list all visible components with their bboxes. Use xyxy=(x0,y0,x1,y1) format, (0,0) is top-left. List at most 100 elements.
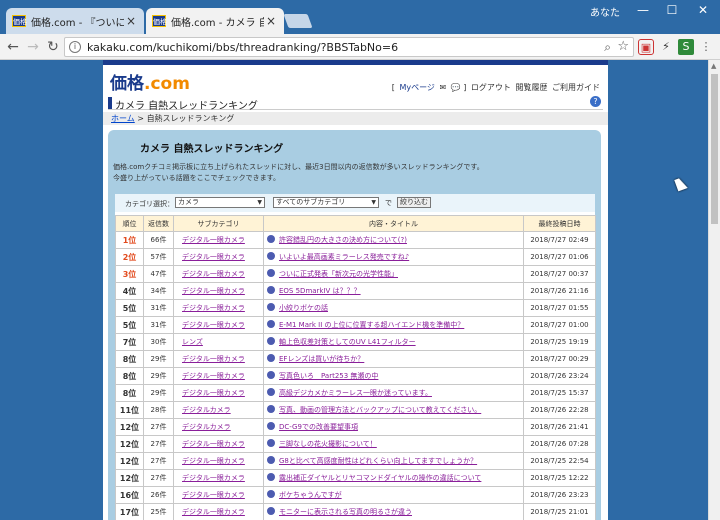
browser-title-bar: 価格 価格.com - 『ついに正式発 × 価格 価格.com - カメラ 自熱… xyxy=(0,0,720,34)
table-header-row: 順位 返信数 サブカテゴリ 内容・タイトル 最終投稿日時 xyxy=(115,215,596,232)
reply-count-cell: 31件 xyxy=(143,299,174,317)
browser-tab-1[interactable]: 価格 価格.com - 『ついに正式発 × xyxy=(6,8,144,34)
subcategory-link[interactable]: デジタル一眼カメラ xyxy=(182,440,245,448)
subcategory-link[interactable]: デジタルカメラ xyxy=(182,423,231,431)
tab-close-icon[interactable]: × xyxy=(124,14,138,28)
subcategory-link[interactable]: デジタル一眼カメラ xyxy=(182,474,245,482)
last-post-date-cell: 2018/7/27 01:00 xyxy=(523,316,596,334)
subcategory-link[interactable]: デジタル一眼カメラ xyxy=(182,508,245,516)
subcategory-cell: デジタルカメラ xyxy=(173,418,264,436)
thread-title-link[interactable]: いよいよ最高画素ミラーレス発売ですね♪ xyxy=(279,253,409,261)
scroll-thumb[interactable] xyxy=(711,74,718,224)
last-post-date-cell: 2018/7/27 00:29 xyxy=(523,350,596,368)
bookmark-star-icon[interactable]: ☆ xyxy=(617,39,629,54)
maximize-icon[interactable]: ☐ xyxy=(657,2,687,18)
close-window-icon[interactable]: ✕ xyxy=(688,2,718,18)
thread-title-link[interactable]: 軸上色収差対策としてのUV L41フィルター xyxy=(279,338,416,346)
category-filter: カテゴリ選択： カメラ ▼ すべてのサブカテゴリ ▼ で 絞り込む xyxy=(115,194,595,212)
tab-close-icon[interactable]: × xyxy=(264,14,278,28)
last-post-date-cell: 2018/7/26 07:28 xyxy=(523,435,596,453)
url-text[interactable]: kakaku.com/kuchikomi/bbs/threadranking/?… xyxy=(87,41,398,54)
page-scrollbar[interactable]: ▲ xyxy=(708,60,720,520)
thread-title-link[interactable]: 露出補正ダイヤルとリヤコマンドダイヤルの操作の違話について xyxy=(279,474,481,482)
guide-link[interactable]: ご利用ガイド xyxy=(552,83,600,92)
thread-title-link[interactable]: EOS 5DmarkIV は？？？ xyxy=(279,287,361,295)
logout-link[interactable]: ログアウト xyxy=(471,83,511,92)
thread-title-link[interactable]: G8と比べて高感度耐性はどれくらい向上してますでしょうか？ xyxy=(279,457,477,465)
table-row: 3位 47件 デジタル一眼カメラ ついに正式発表「新次元の光学性能」 2018/7/27… xyxy=(115,265,596,283)
thread-title-link[interactable]: EFレンズは買いが待ちか？ xyxy=(279,355,364,363)
extension-s-icon[interactable]: S xyxy=(678,39,694,55)
help-icon[interactable]: ? xyxy=(590,96,601,107)
title-cell: 小絞りボケの話 xyxy=(263,299,524,317)
subcategory-link[interactable]: デジタル一眼カメラ xyxy=(182,287,245,295)
breadcrumb-home-link[interactable]: ホーム xyxy=(111,114,135,123)
thread-title-link[interactable]: モニターに表示される写真の明るさが違う xyxy=(279,508,412,516)
menu-icon[interactable]: ⋮ xyxy=(698,39,714,55)
subcategory-select[interactable]: すべてのサブカテゴリ ▼ xyxy=(273,197,379,208)
last-post-date-cell: 2018/7/26 21:41 xyxy=(523,418,596,436)
subcategory-link[interactable]: デジタルカメラ xyxy=(182,406,231,414)
web-page: 価格.com [ Myページ ✉ 💬 ] ログアウト 閲覧履歴 ご利用ガイド カ… xyxy=(103,60,608,520)
thread-title-link[interactable]: ついに正式発表「新次元の光学性能」 xyxy=(279,270,398,278)
thread-title-link[interactable]: 写真色いろ Part253 無瀬の中 xyxy=(279,372,378,380)
thread-title-link[interactable]: ボケちゃうんですが xyxy=(279,491,342,499)
panel-title: カメラ 自熱スレッドランキング xyxy=(140,144,284,155)
mypage-link[interactable]: Myページ xyxy=(399,83,434,92)
chat-icon[interactable]: 💬 xyxy=(451,83,461,92)
thread-title-link[interactable]: E-M1 Mark II の上位に位置する超ハイエンド機を準備中？ xyxy=(279,321,464,329)
address-bar[interactable]: i kakaku.com/kuchikomi/bbs/threadranking… xyxy=(64,37,634,57)
table-row: 16位 26件 デジタル一眼カメラ ボケちゃうんですが 2018/7/26 23:23 xyxy=(115,486,596,504)
thread-title-link[interactable]: 許容錯乱円の大きさの決め方について(?) xyxy=(279,236,407,244)
rank-cell: 17位 xyxy=(115,503,144,520)
thread-title-link[interactable]: DC-G9での改善要望事項 xyxy=(279,423,358,431)
reload-icon[interactable]: ↻ xyxy=(44,38,62,56)
extension-flash-icon[interactable]: ⚡ xyxy=(658,39,674,55)
subcategory-link[interactable]: レンズ xyxy=(182,338,203,346)
thread-icon xyxy=(267,405,275,413)
filter-submit-button[interactable]: 絞り込む xyxy=(397,197,431,208)
chevron-down-icon: ▼ xyxy=(257,199,262,206)
thread-title-link[interactable]: 三脚なしの花火撮影について！ xyxy=(279,440,377,448)
subcategory-cell: デジタル一眼カメラ xyxy=(173,350,264,368)
back-icon[interactable]: ← xyxy=(4,38,22,56)
tab-title: 価格.com - カメラ 自熱スレ xyxy=(171,17,264,29)
site-logo[interactable]: 価格.com xyxy=(110,69,190,94)
mail-icon[interactable]: ✉ xyxy=(439,83,446,92)
thread-icon xyxy=(267,303,275,311)
browser-tab-2[interactable]: 価格 価格.com - カメラ 自熱スレ × xyxy=(146,8,284,34)
category-select[interactable]: カメラ ▼ xyxy=(175,197,265,208)
subcategory-link[interactable]: デジタル一眼カメラ xyxy=(182,372,245,380)
new-tab-button[interactable] xyxy=(283,14,313,28)
reply-count-cell: 57件 xyxy=(143,248,174,266)
reply-count-cell: 34件 xyxy=(143,282,174,300)
thread-title-link[interactable]: 写真、動画の管理方法とバックアップについて教えてください。 xyxy=(279,406,481,414)
subcategory-link[interactable]: デジタル一眼カメラ xyxy=(182,236,245,244)
breadcrumb-current: 自熱スレッドランキング xyxy=(146,114,235,123)
subcategory-link[interactable]: デジタル一眼カメラ xyxy=(182,457,245,465)
profile-name[interactable]: あなた xyxy=(590,4,620,19)
table-row: 2位 57件 デジタル一眼カメラ いよいよ最高画素ミラーレス発売ですね♪ 2018/7/… xyxy=(115,248,596,266)
subcategory-link[interactable]: デジタル一眼カメラ xyxy=(182,389,245,397)
table-row: 11位 28件 デジタルカメラ 写真、動画の管理方法とバックアップについて教えてくださ… xyxy=(115,401,596,419)
ranking-table: 順位 返信数 サブカテゴリ 内容・タイトル 最終投稿日時 1位 66件 デジタル一眼… xyxy=(115,215,596,520)
thread-icon xyxy=(267,371,275,379)
subcategory-link[interactable]: デジタル一眼カメラ xyxy=(182,321,245,329)
thread-title-link[interactable]: 小絞りボケの話 xyxy=(279,304,328,312)
history-link[interactable]: 閲覧履歴 xyxy=(515,83,547,92)
table-row: 12位 27件 デジタル一眼カメラ 三脚なしの花火撮影について！ 2018/7/26 0… xyxy=(115,435,596,453)
subcategory-link[interactable]: デジタル一眼カメラ xyxy=(182,304,245,312)
minimize-icon[interactable]: — xyxy=(628,2,658,18)
reply-count-cell: 29件 xyxy=(143,367,174,385)
subcategory-link[interactable]: デジタル一眼カメラ xyxy=(182,270,245,278)
subcategory-link[interactable]: デジタル一眼カメラ xyxy=(182,253,245,261)
subcategory-link[interactable]: デジタル一眼カメラ xyxy=(182,491,245,499)
site-info-icon[interactable]: i xyxy=(69,41,81,53)
zoom-icon[interactable]: ⌕ xyxy=(604,40,611,55)
thread-title-link[interactable]: 高級デジカメかミラーレス一眼か迷っています。 xyxy=(279,389,432,397)
extension-pocket-icon[interactable]: ▣ xyxy=(638,39,654,55)
subcategory-link[interactable]: デジタル一眼カメラ xyxy=(182,355,245,363)
scroll-up-icon[interactable]: ▲ xyxy=(711,62,716,70)
reply-count-cell: 29件 xyxy=(143,384,174,402)
forward-icon[interactable]: → xyxy=(24,38,42,56)
